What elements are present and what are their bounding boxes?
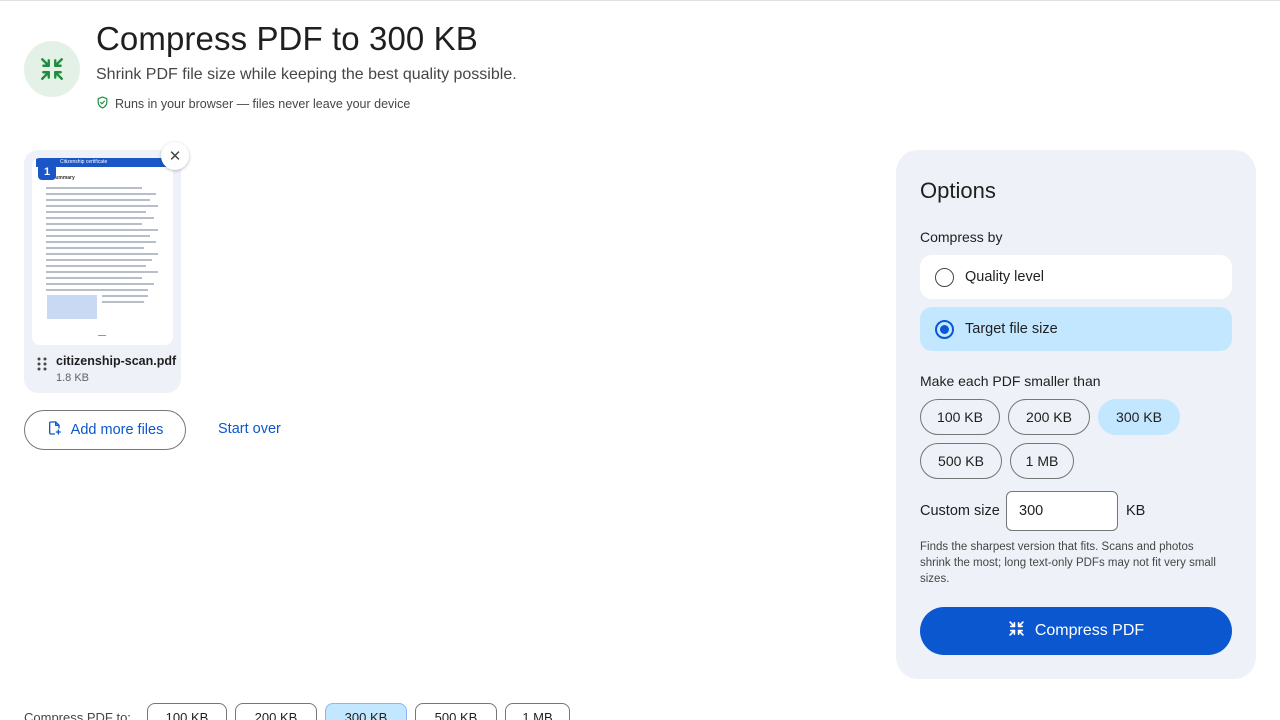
target-file-size-radio[interactable] bbox=[935, 319, 954, 339]
quick-size-300kb[interactable]: 300 KB bbox=[325, 703, 407, 720]
custom-size-unit: KB bbox=[1126, 503, 1146, 519]
thumbnail-text-line bbox=[46, 199, 150, 201]
thumbnail-text-line bbox=[46, 271, 158, 273]
pdf-page-thumbnail: Citizenship certificate Summary bbox=[32, 158, 173, 345]
page-number-badge: 1 bbox=[38, 164, 56, 180]
size-chip-300kb[interactable]: 300 KB bbox=[1098, 399, 1180, 435]
compress-pdf-label: Compress PDF bbox=[1034, 622, 1145, 639]
make-smaller-label: Make each PDF smaller than bbox=[920, 373, 1101, 389]
quality-level-label: Quality level bbox=[965, 269, 1044, 285]
thumbnail-text-line bbox=[102, 301, 144, 303]
thumbnail-text-line bbox=[46, 187, 142, 189]
thumbnail-text-line bbox=[46, 235, 150, 237]
thumbnail-text-line bbox=[46, 253, 158, 255]
quality-level-radio[interactable] bbox=[935, 267, 954, 287]
size-chip-1mb[interactable]: 1 MB bbox=[1010, 443, 1074, 479]
privacy-note: Runs in your browser — files never leave… bbox=[96, 96, 410, 112]
add-file-icon bbox=[47, 419, 63, 441]
target-file-size-label: Target file size bbox=[965, 321, 1058, 337]
thumbnail-text-line bbox=[46, 217, 154, 219]
target-file-size-option[interactable]: Target file size bbox=[920, 307, 1232, 351]
compress-by-label: Compress by bbox=[920, 229, 1003, 245]
thumbnail-text-line bbox=[46, 259, 152, 261]
start-over-link[interactable]: Start over bbox=[218, 421, 281, 437]
add-more-files-button[interactable]: Add more files bbox=[24, 410, 186, 450]
thumbnail-footer bbox=[98, 335, 106, 336]
quick-size-200kb[interactable]: 200 KB bbox=[235, 703, 317, 720]
thumbnail-text-line bbox=[46, 241, 156, 243]
thumbnail-text-line bbox=[46, 229, 158, 231]
remove-file-button[interactable]: ✕ bbox=[161, 142, 189, 170]
compress-pdf-button[interactable]: Compress PDF bbox=[920, 607, 1232, 655]
thumbnail-text-line bbox=[46, 265, 146, 267]
options-panel: Options Compress by Quality level Target… bbox=[896, 150, 1256, 679]
top-divider bbox=[0, 0, 1280, 1]
thumbnail-text-line bbox=[46, 223, 142, 225]
thumbnail-text-line bbox=[46, 283, 154, 285]
file-card[interactable]: Citizenship certificate Summary citizens… bbox=[24, 150, 181, 393]
compress-arrows-icon bbox=[24, 41, 80, 97]
thumbnail-text-line bbox=[46, 247, 144, 249]
thumbnail-text-line bbox=[46, 211, 146, 213]
close-icon: ✕ bbox=[168, 148, 182, 165]
add-more-files-label: Add more files bbox=[70, 422, 164, 438]
quick-size-1mb[interactable]: 1 MB bbox=[505, 703, 570, 720]
size-chip-500kb[interactable]: 500 KB bbox=[920, 443, 1002, 479]
thumbnail-image-block bbox=[47, 295, 97, 319]
drag-handle-icon[interactable] bbox=[37, 357, 47, 376]
quick-size-500kb[interactable]: 500 KB bbox=[415, 703, 497, 720]
options-title: Options bbox=[920, 178, 996, 203]
file-name: citizenship-scan.pdf bbox=[56, 354, 177, 368]
privacy-note-text: Runs in your browser — files never leave… bbox=[115, 97, 411, 111]
custom-size-label: Custom size bbox=[920, 503, 1000, 519]
quick-size-100kb[interactable]: 100 KB bbox=[147, 703, 227, 720]
thumbnail-text-line bbox=[46, 277, 142, 279]
quality-level-option[interactable]: Quality level bbox=[920, 255, 1232, 299]
file-size: 1.8 KB bbox=[56, 372, 90, 384]
size-chip-200kb[interactable]: 200 KB bbox=[1008, 399, 1090, 435]
target-size-hint: Finds the sharpest version that fits. Sc… bbox=[920, 541, 1216, 585]
thumbnail-text-line bbox=[46, 193, 156, 195]
thumbnail-title: Citizenship certificate bbox=[60, 159, 108, 165]
quick-size-label: Compress PDF to: bbox=[24, 710, 131, 720]
thumbnail-text-line bbox=[102, 295, 148, 297]
custom-size-input[interactable] bbox=[1006, 491, 1118, 531]
compress-icon bbox=[1008, 620, 1025, 642]
shield-check-icon bbox=[96, 96, 109, 112]
thumbnail-text-line bbox=[46, 205, 158, 207]
page-title: Compress PDF to 300 KB bbox=[96, 20, 478, 57]
page-subtitle: Shrink PDF file size while keeping the b… bbox=[96, 66, 517, 83]
thumbnail-text-line bbox=[46, 289, 148, 291]
size-chip-100kb[interactable]: 100 KB bbox=[920, 399, 1000, 435]
